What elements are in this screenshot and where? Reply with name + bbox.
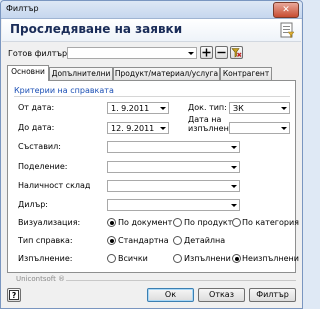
help-book-icon: ? (9, 290, 19, 300)
dealer-label: Дилър: (18, 200, 48, 209)
criteria-heading: Критерии на справката (14, 86, 114, 95)
visualization-by-product-label[interactable]: По продукт (184, 218, 232, 227)
main-tab-panel: Критерии на справката От дата: 1. 9.2011… (7, 80, 299, 273)
svg-text:?: ? (12, 291, 16, 300)
to-date-value: 12. 9.2011 (111, 124, 155, 133)
close-button[interactable]: ✕ (273, 2, 299, 18)
exec-date-label: Дата на изпълнение: (188, 115, 242, 133)
execution-pending-label[interactable]: Неизпълнени (242, 254, 299, 263)
department-select[interactable] (107, 161, 240, 173)
chevron-down-icon (188, 52, 194, 55)
doc-type-label: Док. тип: (188, 103, 227, 112)
delete-filter-button[interactable] (230, 46, 243, 59)
composer-label: Съставил: (18, 142, 61, 151)
doc-type-value: ЗК (233, 104, 244, 113)
from-date-picker[interactable]: 1. 9.2011 (107, 102, 169, 114)
execution-pending-radio[interactable] (232, 254, 241, 263)
execution-done-radio[interactable] (173, 254, 182, 263)
report-type-detailed-radio[interactable] (173, 236, 182, 245)
delete-filter-icon (231, 48, 242, 58)
ok-button[interactable]: Ок (147, 288, 194, 302)
tab-counterparty[interactable]: Контрагент (220, 67, 272, 80)
execution-label: Изпълнение: (18, 254, 73, 263)
report-type-standard-label[interactable]: Стандартна (118, 236, 169, 245)
document-filter-icon (280, 22, 295, 38)
minus-icon (217, 51, 226, 54)
add-filter-button[interactable] (200, 46, 213, 59)
chevron-down-icon (160, 127, 166, 130)
chevron-down-icon (231, 146, 237, 149)
tab-product[interactable]: Продукт/материал/услуга (113, 67, 220, 80)
plus-icon (202, 48, 211, 57)
visualization-by-document-label[interactable]: По документ (118, 218, 172, 227)
tab-main[interactable]: Основни (7, 65, 49, 81)
help-button[interactable]: ? (7, 288, 21, 302)
from-date-label: От дата: (18, 103, 55, 112)
visualization-by-category-label[interactable]: По категория (242, 218, 299, 227)
report-type-detailed-label[interactable]: Детайлна (184, 236, 225, 245)
window-title: Филтър (6, 4, 39, 13)
footer-divider (66, 280, 296, 281)
dealer-select[interactable] (107, 199, 240, 211)
to-date-label: До дата: (18, 123, 55, 132)
doc-type-select[interactable]: ЗК (229, 102, 290, 114)
visualization-by-document-radio[interactable] (107, 218, 116, 227)
execution-all-label[interactable]: Всички (118, 254, 148, 263)
chevron-down-icon (231, 204, 237, 207)
ready-filter-label: Готов филтър: (8, 49, 70, 58)
remove-filter-button[interactable] (215, 46, 228, 59)
chevron-down-icon (160, 107, 166, 110)
brand-label: Unicontsoft ® (16, 275, 66, 283)
from-date-value: 1. 9.2011 (111, 104, 150, 113)
chevron-down-icon (231, 185, 237, 188)
visualization-by-category-radio[interactable] (232, 218, 241, 227)
chevron-down-icon (281, 127, 287, 130)
cancel-button[interactable]: Отказ (198, 288, 245, 302)
dialog-header: Проследяване на заявки (2, 19, 301, 42)
criteria-divider (14, 96, 290, 97)
execution-done-label[interactable]: Изпълнени (184, 254, 231, 263)
ready-filter-select[interactable] (67, 47, 197, 59)
visualization-by-product-radio[interactable] (173, 218, 182, 227)
execution-all-radio[interactable] (107, 254, 116, 263)
composer-select[interactable] (107, 141, 240, 153)
chevron-down-icon (281, 107, 287, 110)
page-title: Проследяване на заявки (10, 22, 183, 36)
title-bar[interactable]: Филтър ✕ (1, 1, 302, 19)
filter-dialog: Филтър ✕ Проследяване на заявки Готов фи… (0, 0, 303, 309)
report-type-label: Тип справка: (18, 236, 73, 245)
department-label: Поделение: (18, 162, 68, 171)
warehouse-select[interactable] (107, 180, 240, 192)
tab-additional[interactable]: Допълнителни (49, 67, 113, 80)
warehouse-label: Наличност склад (18, 181, 91, 190)
report-type-standard-radio[interactable] (107, 236, 116, 245)
visualization-label: Визуализация: (18, 218, 81, 227)
exec-date-picker[interactable] (229, 122, 290, 134)
chevron-down-icon (231, 166, 237, 169)
to-date-picker[interactable]: 12. 9.2011 (107, 122, 169, 134)
filter-button[interactable]: Филтър (249, 288, 296, 302)
